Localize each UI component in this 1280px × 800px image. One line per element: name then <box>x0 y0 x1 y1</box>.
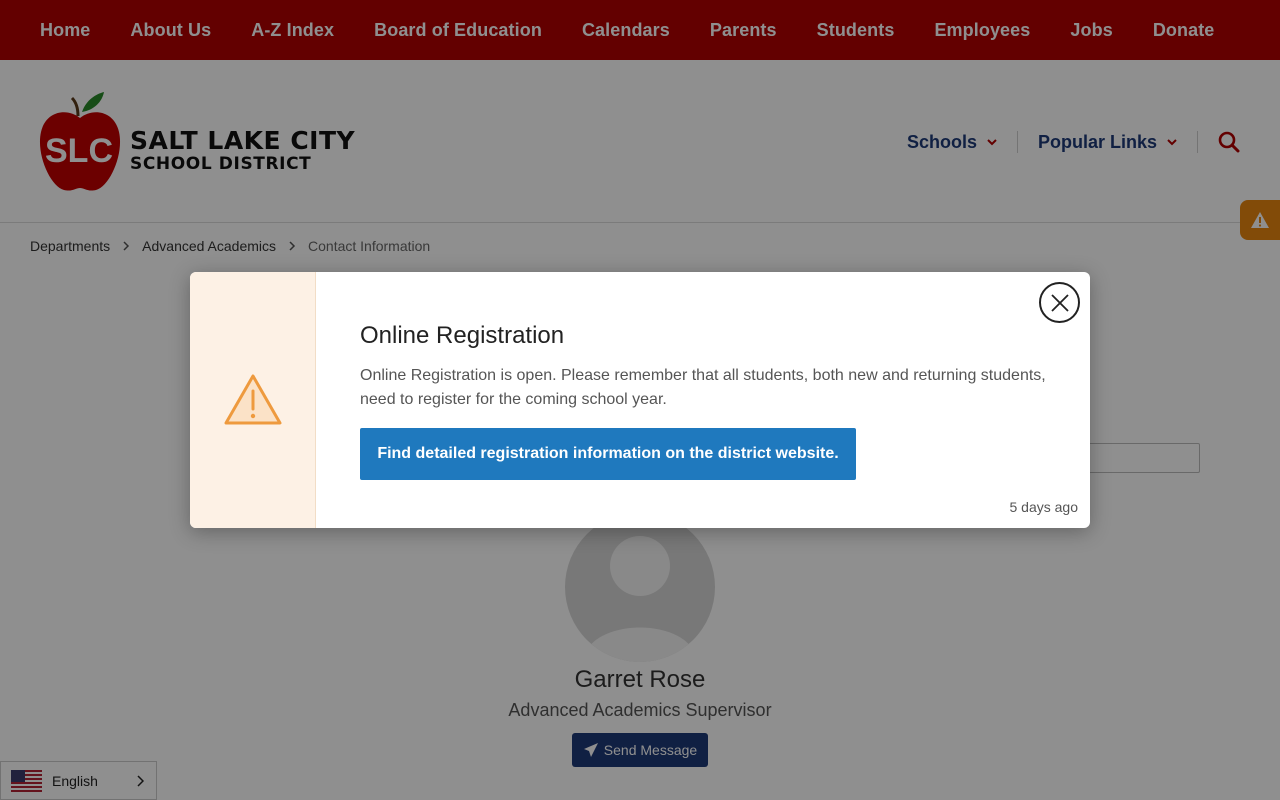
registration-alert-modal: Online Registration Online Registration … <box>190 272 1090 528</box>
close-icon <box>1050 293 1069 312</box>
modal-text: Online Registration is open. Please reme… <box>360 367 1046 408</box>
modal-timestamp: 5 days ago <box>1009 499 1079 515</box>
modal-title: Online Registration <box>360 322 565 349</box>
modal-icon-panel <box>190 272 316 528</box>
registration-info-button[interactable]: Find detailed registration information o… <box>360 428 856 480</box>
warning-icon <box>224 374 281 425</box>
close-button[interactable] <box>1039 282 1080 323</box>
